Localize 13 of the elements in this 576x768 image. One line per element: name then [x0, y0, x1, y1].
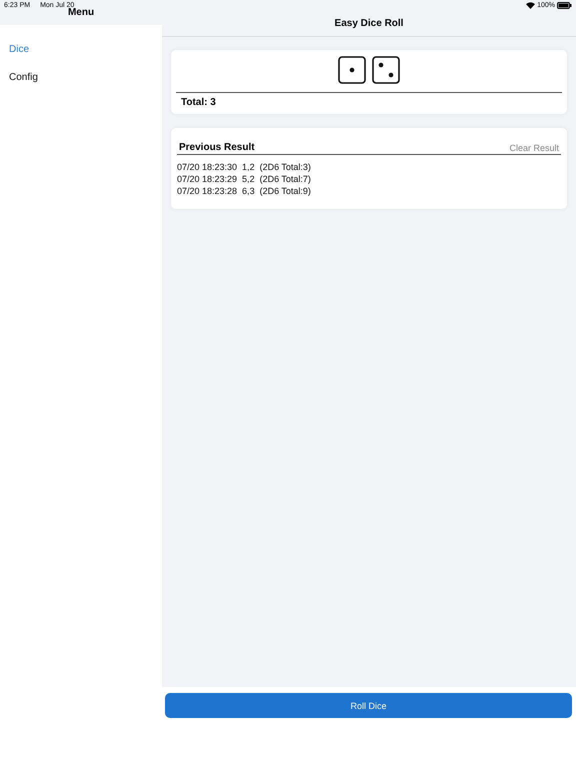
nav-title: Easy Dice Roll	[334, 18, 404, 29]
sidebar-item[interactable]: Config	[0, 71, 162, 99]
history-row-text: 07/20 18:23:30 1,2 (2D6 Total:3)	[177, 161, 312, 173]
history-row-text: 07/20 18:23:28 6,3 (2D6 Total:9)	[177, 185, 312, 197]
battery-icon	[557, 2, 572, 9]
sidebar-item[interactable]: Dice	[0, 43, 162, 71]
history-row-text: 07/20 18:23:29 5,2 (2D6 Total:7)	[177, 173, 312, 185]
clear-result-link[interactable]: Clear Result	[509, 143, 559, 153]
sidebar-title: Menu	[68, 7, 94, 18]
total-label: Total: 3	[180, 96, 217, 108]
roll-dice-button[interactable]: Roll Dice	[165, 693, 572, 718]
history-title: Previous Result	[179, 142, 255, 153]
wifi-icon	[526, 2, 536, 9]
